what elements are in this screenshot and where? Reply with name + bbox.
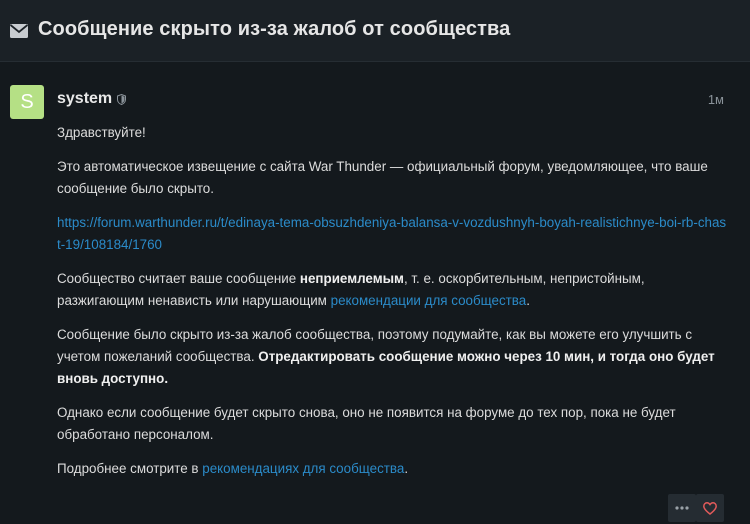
period: . (526, 293, 530, 308)
guidelines-link-2[interactable]: рекомендациях для сообщества (202, 461, 404, 476)
post-body: Здравствуйте! Это автоматическое извещен… (57, 122, 729, 492)
reason-bold: неприемлемым (299, 271, 404, 286)
post: S system 1м Здравствуйте! Это автоматиче… (0, 62, 750, 522)
more-info-text: Подробнее смотрите в (57, 461, 203, 476)
post-date[interactable]: 1м (708, 92, 724, 107)
reason-text: Сообщество считает ваше сообщение (57, 271, 300, 286)
topic-title[interactable]: Сообщение скрыто из-за жалоб от сообщест… (38, 18, 510, 41)
shield-icon (117, 94, 126, 105)
username[interactable]: system (57, 90, 112, 108)
post-url-link[interactable]: https://forum.warthunder.ru/t/edinaya-te… (57, 215, 726, 252)
notice-text: Это автоматическое извещение с сайта War… (57, 159, 708, 196)
more-info-paragraph: Подробнее смотрите в рекомендациях для с… (57, 458, 729, 480)
guidelines-link[interactable]: рекомендации для сообщества (331, 293, 527, 308)
period-2: . (404, 461, 409, 476)
envelope-icon (10, 24, 28, 38)
rehide-text: Однако если сообщение будет скрыто снова… (57, 405, 676, 442)
avatar[interactable]: S (10, 85, 44, 119)
heart-icon (703, 501, 717, 515)
topic-header: Сообщение скрыто из-за жалоб от сообщест… (0, 0, 750, 62)
greeting-text: Здравствуйте! (57, 125, 146, 140)
ellipsis-icon (675, 506, 689, 510)
reason-paragraph: Сообщество считает ваше сообщение неприе… (57, 268, 729, 312)
edit-paragraph: Сообщение было скрыто из-за жалоб сообще… (57, 324, 729, 390)
